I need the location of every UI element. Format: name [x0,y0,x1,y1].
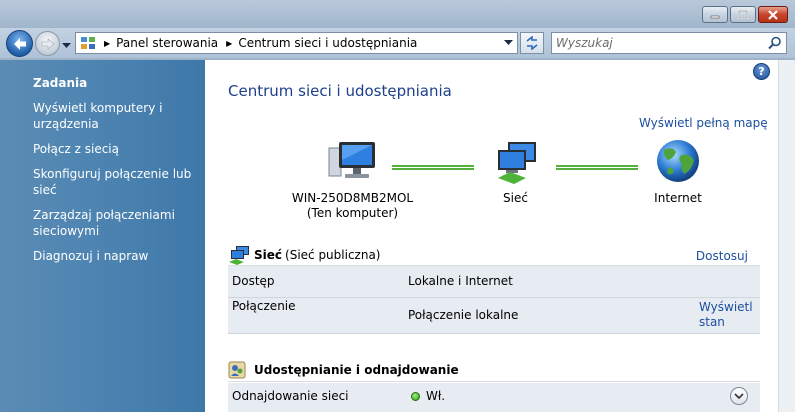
customize-link[interactable]: Dostosuj [696,249,748,263]
computer-name: WIN-250D8MB2MOL [291,191,414,205]
minimize-icon [710,15,720,18]
maximize-button[interactable] [730,6,756,23]
minimize-button[interactable] [702,6,728,23]
access-value: Lokalne i Internet [408,274,513,288]
chevron-down-icon [734,392,744,399]
breadcrumb-network-center[interactable]: Centrum sieci i udostępniania [238,36,417,50]
internet-label: Internet [654,191,702,205]
vertical-scrollbar[interactable] [778,60,795,412]
connection-value: Połączenie lokalne [408,308,519,322]
network-discovery-row: Odnajdowanie sieci Wł. [228,383,760,412]
sharing-title: Udostępnianie i odnajdowanie [254,362,459,377]
recent-pages-dropdown[interactable] [62,38,71,52]
table-row: Dostęp Lokalne i Internet [228,266,760,298]
view-status-line-1[interactable]: Wyświetl [699,300,753,315]
close-icon [768,9,778,20]
network-label: Sieć [503,191,528,205]
computer-icon [328,142,375,178]
expand-button[interactable] [730,387,748,405]
map-node-network[interactable]: Sieć [488,140,543,206]
view-status-link[interactable]: Wyświetl stan [699,300,753,330]
status-on-icon [411,392,420,401]
maximize-icon [738,9,748,19]
chevron-down-icon[interactable] [504,40,513,46]
network-type: (Sieć publiczna) [285,247,381,262]
title-bar [0,0,795,30]
sidebar-item-view-computers[interactable]: Wyświetl komputery i urządzenia [33,100,201,132]
control-panel-icon [81,37,95,49]
connection-line [556,165,638,170]
network-details-table: Dostęp Lokalne i Internet Połączenie Poł… [228,266,760,334]
breadcrumb-separator-icon[interactable]: ▶ [226,39,232,48]
globe-icon [657,140,699,182]
chevron-down-icon [62,43,71,48]
task-pane-title: Zadania [33,76,88,90]
window-controls [702,6,788,23]
discovery-value: Wł. [426,389,446,403]
sharing-icon [228,361,246,378]
refresh-button[interactable] [520,32,544,54]
refresh-icon [526,36,538,50]
arrow-left-icon [13,37,26,50]
task-pane: Zadania Wyświetl komputery i urządzenia … [0,60,205,412]
access-label: Dostęp [232,274,275,288]
view-full-map-link[interactable]: Wyświetl pełną mapę [639,116,768,130]
network-icon [497,142,536,184]
discovery-label: Odnajdowanie sieci [232,389,349,403]
back-button[interactable] [6,30,33,57]
help-button[interactable]: ? [753,63,770,80]
search-input[interactable] [552,33,752,53]
computer-sub: (Ten komputer) [306,206,399,220]
connection-line [392,165,474,170]
sidebar-item-diagnose[interactable]: Diagnozuj i napraw [33,248,201,264]
address-bar[interactable]: ▶ Panel sterowania ▶ Centrum sieci i udo… [75,32,518,54]
breadcrumb-control-panel[interactable]: Panel sterowania [116,36,218,50]
map-node-computer: WIN-250D8MB2MOL (Ten komputer) [290,140,415,221]
map-node-internet[interactable]: Internet [645,138,711,206]
forward-button[interactable] [35,31,60,56]
view-status-line-2[interactable]: stan [699,315,753,330]
sidebar-item-connect[interactable]: Połącz z siecią [33,141,201,157]
navigation-bar: ▶ Panel sterowania ▶ Centrum sieci i udo… [0,28,795,58]
sidebar-item-setup-connection[interactable]: Skonfiguruj połączenie lub sieć [33,166,201,198]
close-button[interactable] [758,6,788,23]
network-section-header: Sieć (Sieć publiczna) Dostosuj [228,244,760,266]
network-name: Sieć [254,247,283,262]
connection-label: Połączenie [232,299,296,313]
search-icon[interactable] [768,36,782,50]
network-small-icon [229,245,249,265]
breadcrumb-separator-icon[interactable]: ▶ [104,39,110,48]
page-title: Centrum sieci i udostępniania [228,82,452,100]
sidebar-item-manage-connections[interactable]: Zarządzaj połączeniami sieciowymi [33,207,201,239]
sharing-section-header: Udostępnianie i odnajdowanie [228,358,760,382]
arrow-right-icon [41,37,54,50]
search-box[interactable] [551,32,787,54]
